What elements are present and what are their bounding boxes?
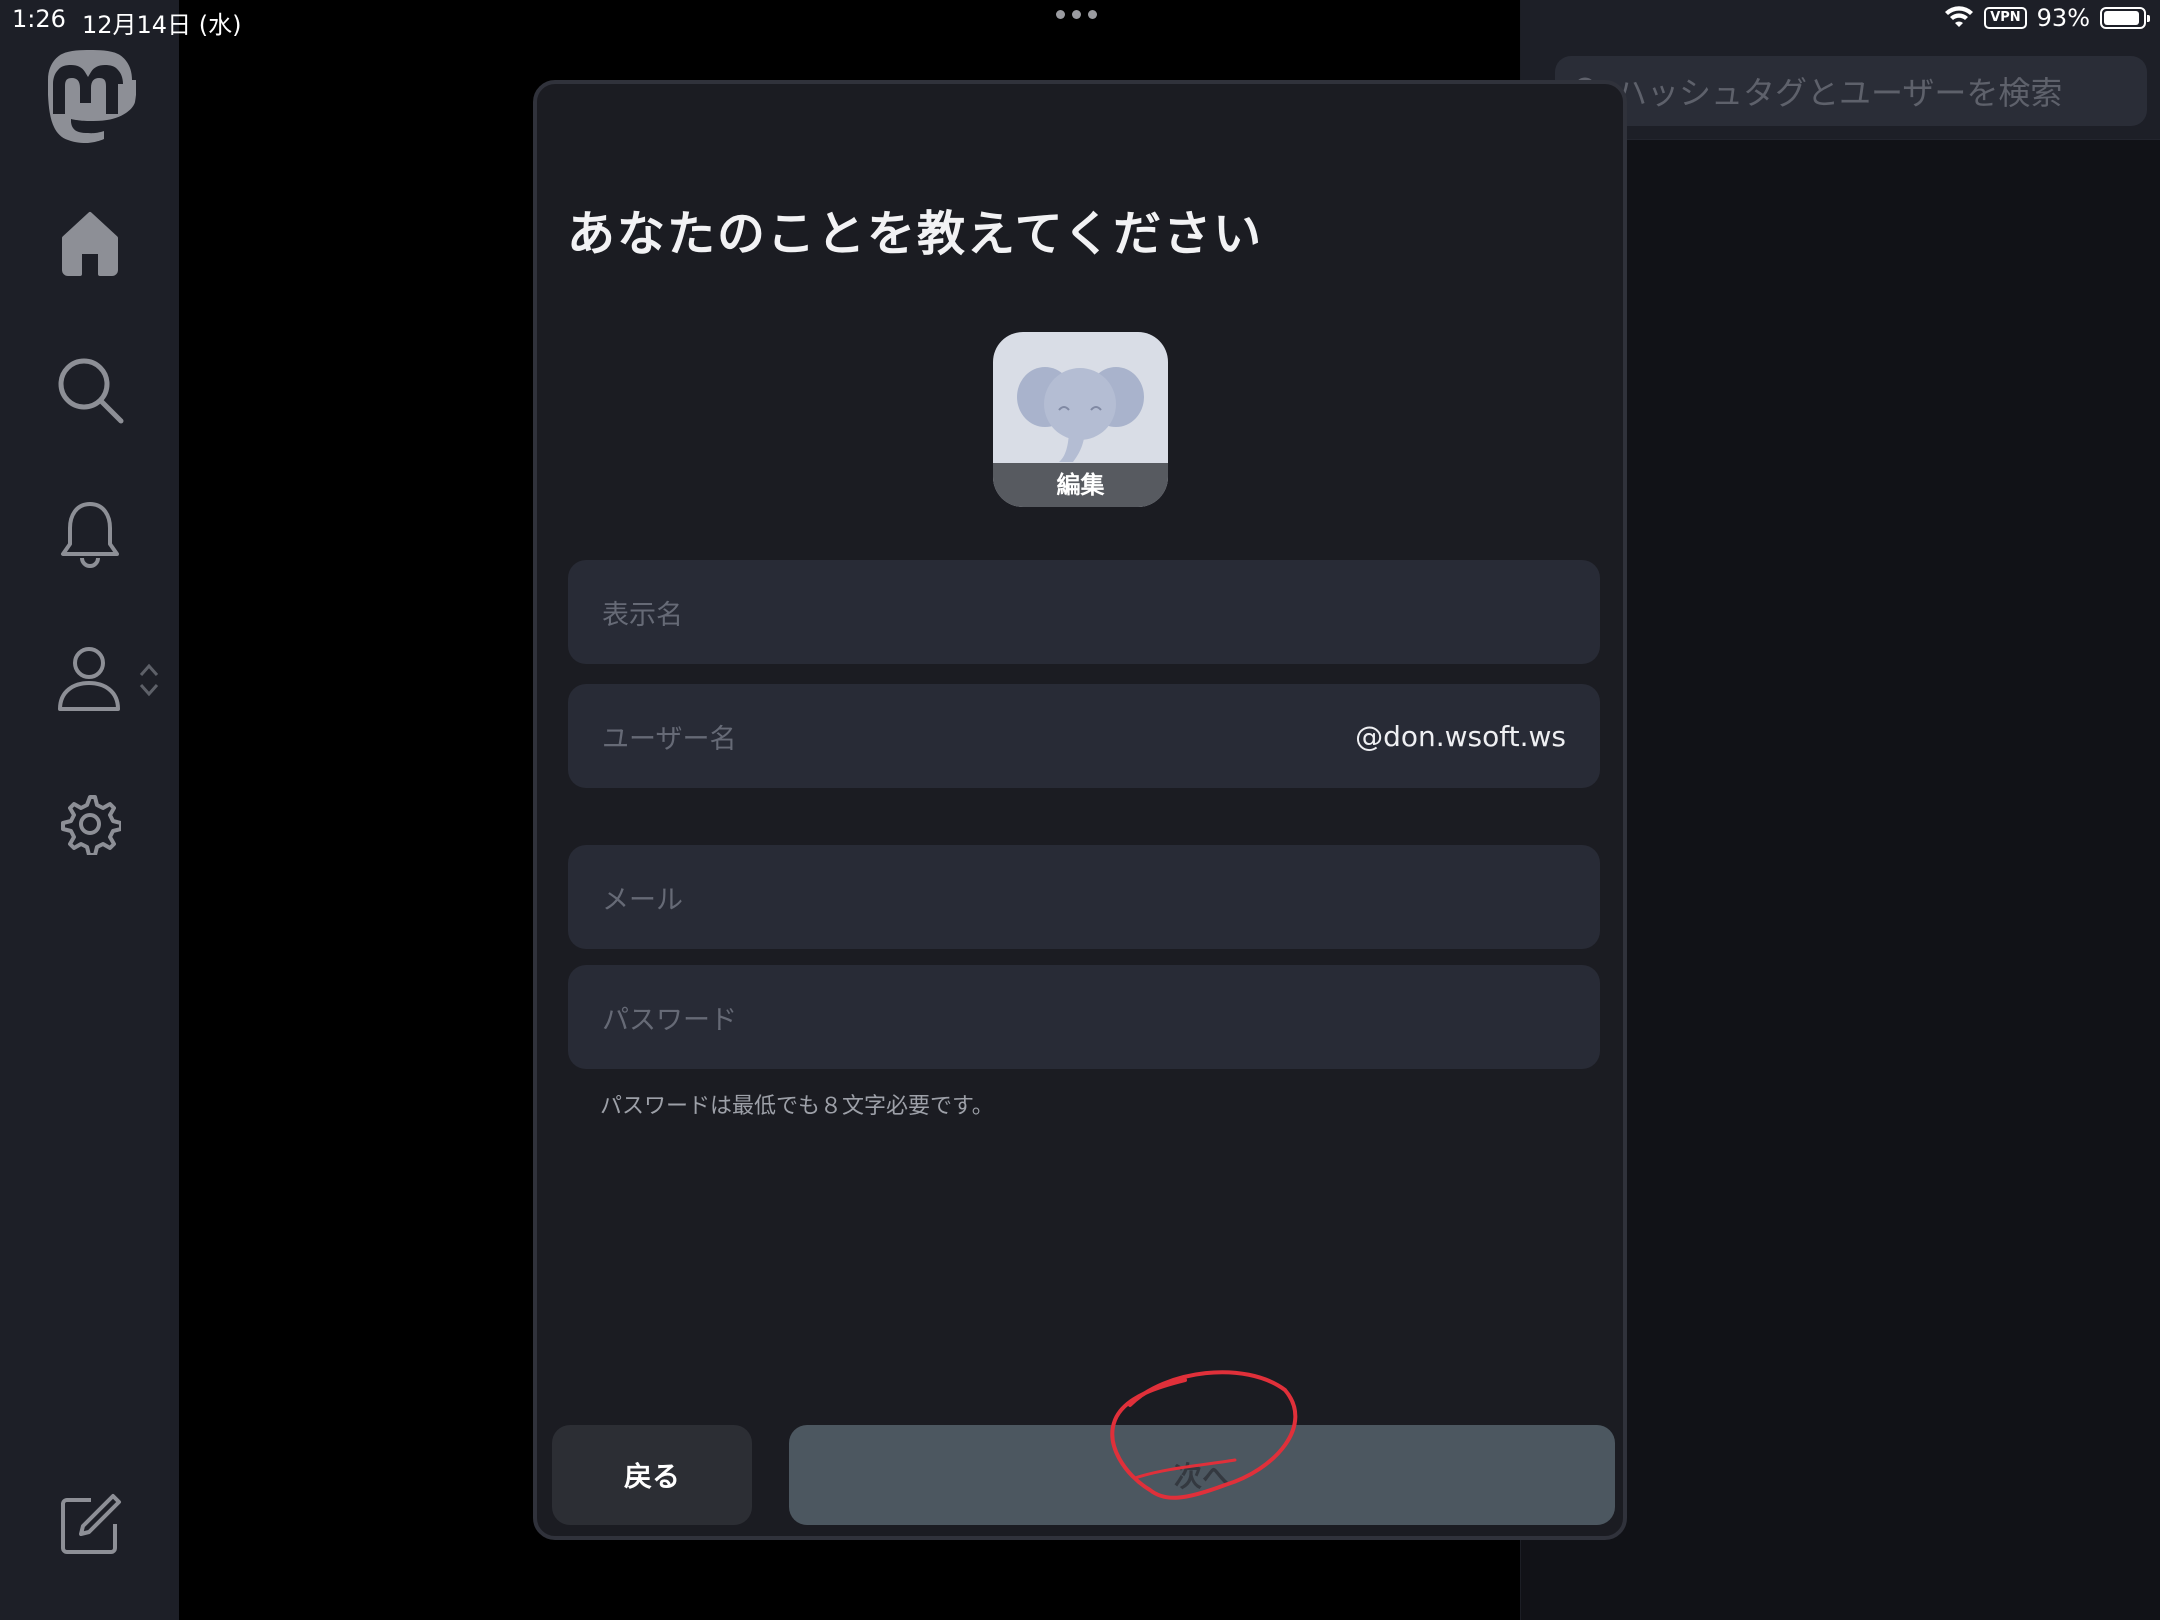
multitasking-dots-icon[interactable] xyxy=(1056,10,1097,19)
status-bar: 1:26 12月14日 (水) VPN 93% xyxy=(0,0,2160,40)
email-field[interactable]: メール xyxy=(568,845,1600,949)
avatar-edit-label[interactable]: 編集 xyxy=(993,463,1168,507)
avatar-picker[interactable]: 編集 xyxy=(993,332,1168,507)
page-title: あなたのことを教えてください xyxy=(567,206,1264,262)
display-name-field[interactable]: 表示名 xyxy=(568,560,1600,664)
password-placeholder: パスワード xyxy=(602,1004,737,1036)
battery-level xyxy=(2104,11,2140,25)
search-placeholder: ハッシュタグとユーザーを検索 xyxy=(1615,74,2063,112)
wifi-icon xyxy=(1945,6,1974,27)
back-button[interactable]: 戻る xyxy=(552,1425,752,1525)
display-name-placeholder: 表示名 xyxy=(602,599,683,631)
gear-icon[interactable] xyxy=(59,793,123,859)
search-icon[interactable] xyxy=(55,355,125,429)
username-domain-suffix: @don.wsoft.ws xyxy=(1355,719,1566,753)
vpn-badge: VPN xyxy=(1984,7,2027,29)
email-placeholder: メール xyxy=(602,884,683,916)
account-switcher-icon[interactable] xyxy=(138,662,160,702)
battery-icon xyxy=(2100,7,2150,29)
signup-profile-modal: あなたのことを教えてください 編集 表示名 ユーザー名 @don.wsoft.w… xyxy=(533,80,1627,1540)
profile-icon[interactable] xyxy=(56,645,122,717)
username-placeholder: ユーザー名 xyxy=(602,723,737,755)
username-field[interactable]: ユーザー名 @don.wsoft.ws xyxy=(568,684,1600,788)
status-date: 12月14日 (水) xyxy=(82,11,242,39)
hashtag-user-search-input[interactable]: ハッシュタグとユーザーを検索 xyxy=(1555,56,2147,126)
bell-icon[interactable] xyxy=(58,500,122,574)
compose-icon[interactable] xyxy=(57,1492,123,1562)
password-hint: パスワードは最低でも８文字必要です。 xyxy=(600,1094,994,1119)
password-field[interactable]: パスワード xyxy=(568,965,1600,1069)
sidebar xyxy=(0,0,179,1620)
status-indicators: VPN 93% xyxy=(1944,4,2150,32)
home-icon[interactable] xyxy=(58,210,122,280)
red-circle-annotation xyxy=(1110,1370,1298,1500)
status-time: 1:26 xyxy=(12,5,66,33)
battery-percent: 93% xyxy=(2036,4,2090,32)
mastodon-logo-icon xyxy=(44,50,137,150)
